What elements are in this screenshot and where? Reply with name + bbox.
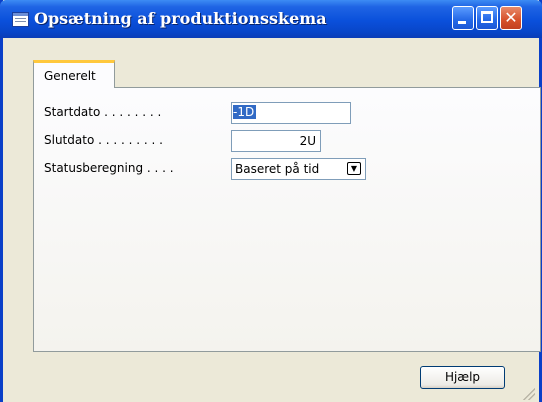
tab-label: Generelt <box>44 69 96 83</box>
dropdown-arrow-icon[interactable]: ▼ <box>347 162 361 175</box>
minimize-button[interactable] <box>452 6 474 30</box>
close-icon: ✕ <box>504 8 518 27</box>
slutdato-value: 2U <box>299 134 316 148</box>
tab-generelt[interactable]: Generelt <box>33 60 115 88</box>
statusberegning-select[interactable]: Baseret på tid ▼ <box>231 158 366 180</box>
title-bar[interactable]: Opsætning af produktionsskema ✕ <box>0 0 542 38</box>
maximize-icon <box>481 11 493 23</box>
window-title: Opsætning af produktionsskema <box>34 9 327 28</box>
tab-panel: Startdato . . . . . . . . -1D Slutdato .… <box>33 87 541 352</box>
slutdato-label: Slutdato . . . . . . . . . <box>44 133 163 147</box>
statusberegning-label: Statusberegning . . . . <box>44 161 174 175</box>
minimize-icon <box>458 21 466 24</box>
startdato-label: Startdato . . . . . . . . <box>44 105 162 119</box>
startdato-field[interactable]: -1D <box>231 102 351 124</box>
maximize-button[interactable] <box>476 6 498 30</box>
setup-window: Opsætning af produktionsskema ✕ Generelt… <box>0 0 542 402</box>
help-button[interactable]: Hjælp <box>420 366 505 389</box>
close-button[interactable]: ✕ <box>500 6 522 30</box>
startdato-value: -1D <box>233 105 257 119</box>
slutdato-field[interactable]: 2U <box>231 130 321 152</box>
resize-grip-icon[interactable] <box>523 388 535 400</box>
form-icon <box>12 12 29 27</box>
statusberegning-value: Baseret på tid <box>235 162 320 176</box>
